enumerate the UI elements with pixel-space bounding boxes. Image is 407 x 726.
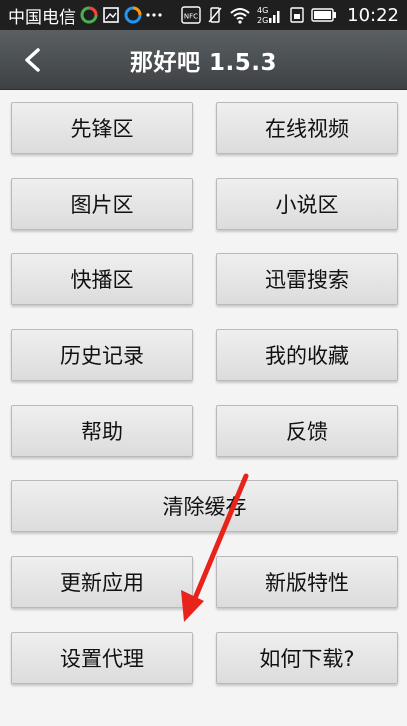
carrier-label: 中国电信 xyxy=(8,7,76,28)
pictures-button[interactable]: 图片区 xyxy=(11,178,193,230)
back-button[interactable] xyxy=(14,42,50,78)
clear-cache-button[interactable]: 清除缓存 xyxy=(11,480,398,532)
new-features-button[interactable]: 新版特性 xyxy=(216,556,398,608)
sim-card-icon xyxy=(289,6,305,24)
wifi-icon xyxy=(229,6,251,24)
battery-icon xyxy=(311,8,337,22)
chevron-left-icon xyxy=(25,48,40,72)
online-video-button[interactable]: 在线视频 xyxy=(216,102,398,154)
more-notifications-icon xyxy=(146,12,162,18)
novels-button[interactable]: 小说区 xyxy=(216,178,398,230)
image-notification-icon xyxy=(102,6,120,24)
status-time: 10:22 xyxy=(347,4,399,26)
favorites-button[interactable]: 我的收藏 xyxy=(216,329,398,381)
xunlei-search-button[interactable]: 迅雷搜索 xyxy=(216,253,398,305)
update-app-button[interactable]: 更新应用 xyxy=(11,556,193,608)
history-button[interactable]: 历史记录 xyxy=(11,329,193,381)
app-header: 那好吧 1.5.3 xyxy=(0,30,407,90)
feedback-button[interactable]: 反馈 xyxy=(216,405,398,457)
svg-text:4G: 4G xyxy=(257,6,268,15)
app-notification-icon-2 xyxy=(124,6,142,24)
xianfeng-button[interactable]: 先锋区 xyxy=(11,102,193,154)
app-notification-icon xyxy=(80,6,98,24)
svg-text:NFC: NFC xyxy=(184,13,198,21)
vibrate-off-icon xyxy=(207,6,223,24)
nfc-icon: NFC xyxy=(181,6,201,24)
kuaibo-button[interactable]: 快播区 xyxy=(11,253,193,305)
status-bar: 中国电信 NFC 4G 2G 10:22 xyxy=(0,0,407,30)
svg-text:2G: 2G xyxy=(257,16,268,25)
how-to-download-button[interactable]: 如何下载? xyxy=(216,632,398,684)
help-button[interactable]: 帮助 xyxy=(11,405,193,457)
set-proxy-button[interactable]: 设置代理 xyxy=(11,632,193,684)
cellular-signal-icon: 4G 2G xyxy=(257,5,283,25)
page-title: 那好吧 1.5.3 xyxy=(130,49,277,76)
